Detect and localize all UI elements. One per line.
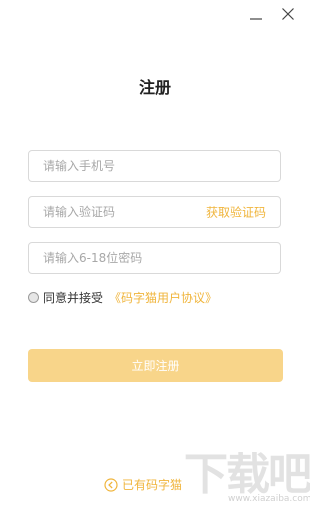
register-button[interactable]: 立即注册 (28, 349, 283, 382)
minimize-button[interactable] (248, 6, 264, 22)
watermark-text: 下载吧 (184, 452, 310, 500)
phone-input[interactable] (29, 151, 280, 181)
close-button[interactable] (280, 6, 296, 22)
user-agreement-link[interactable]: 《码字猫用户协议》 (109, 289, 217, 306)
code-field: 获取验证码 (28, 196, 281, 228)
minimize-icon (250, 18, 262, 20)
back-arrow-icon (104, 477, 118, 492)
close-icon (282, 8, 294, 20)
get-code-button[interactable]: 获取验证码 (206, 204, 266, 221)
agreement-row: 同意并接受 《码字猫用户协议》 (28, 289, 217, 306)
watermark-url: www.xiazaiba.com (228, 494, 310, 504)
agreement-radio[interactable] (28, 292, 39, 303)
watermark: 下载吧 www.xiazaiba.com (184, 452, 310, 506)
phone-field (28, 150, 281, 182)
agreement-text: 同意并接受 (43, 291, 104, 305)
window-controls (248, 6, 296, 22)
password-input[interactable] (29, 243, 280, 273)
password-field (28, 242, 281, 274)
page-title: 注册 (138, 78, 171, 97)
back-link-label: 已有码字猫 (122, 478, 183, 492)
back-to-login-link[interactable]: 已有码字猫 (104, 476, 182, 493)
